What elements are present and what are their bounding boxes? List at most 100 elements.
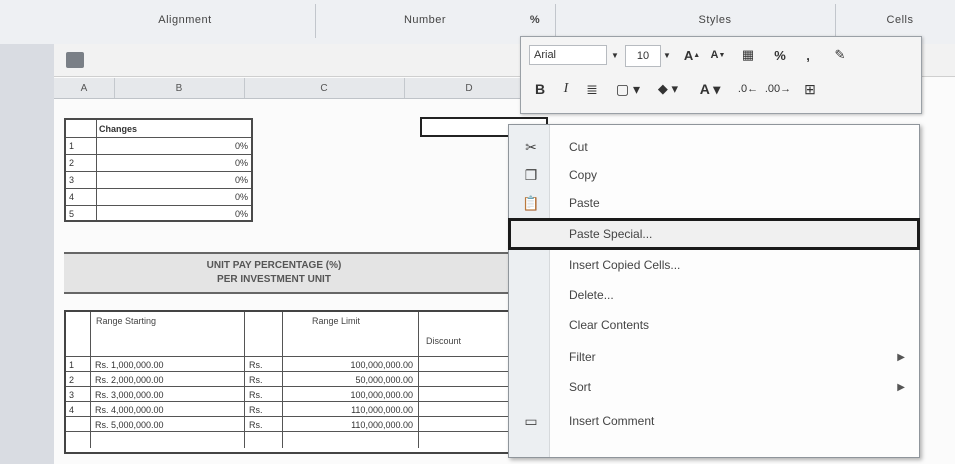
table-row — [66, 431, 516, 447]
decrease-decimal-icon[interactable]: .0← — [735, 79, 761, 99]
range-limit-cell[interactable]: 100,000,000.00 — [284, 357, 416, 372]
menu-item-paste-special[interactable]: Paste Special... — [508, 218, 920, 250]
menu-item-label: Insert Comment — [569, 414, 655, 428]
percent-cell[interactable]: 0% — [206, 154, 251, 171]
row-number-cell[interactable]: 5 — [66, 205, 96, 222]
font-color-icon[interactable]: A ▾ — [693, 79, 727, 99]
range-limit-cell[interactable]: 110,000,000.00 — [284, 402, 416, 417]
discount-header[interactable]: Discount — [426, 336, 506, 346]
shrink-font-icon[interactable]: A ▼ — [707, 45, 729, 65]
changes-table: Changes 1 0% 2 0% 3 0% 4 0% 5 0% — [64, 118, 253, 222]
table-row: 1 Rs. 1,000,000.00 Rs. 100,000,000.00 — [66, 356, 516, 372]
row-number-cell[interactable]: 4 — [66, 188, 96, 205]
paste-icon: 📋 — [522, 194, 540, 211]
column-header-row: A B C D — [54, 78, 535, 99]
row-number-cell[interactable]: 1 — [66, 137, 96, 154]
table-row: Changes — [66, 120, 251, 138]
table-row: 1 0% — [66, 137, 251, 155]
title-line-1[interactable]: UNIT PAY PERCENTAGE (%) — [174, 260, 374, 271]
align-center-icon[interactable]: ≣ — [581, 79, 603, 99]
range-limit-cell[interactable]: 50,000,000.00 — [284, 372, 416, 387]
fill-color-icon[interactable]: ◆ ▾ — [651, 79, 685, 99]
italic-icon[interactable]: I — [555, 79, 577, 99]
menu-item-copy[interactable]: ❐ Copy — [509, 161, 919, 189]
percent-cell[interactable]: 0% — [206, 171, 251, 188]
title-line-2[interactable]: PER INVESTMENT UNIT — [174, 274, 374, 285]
percent-style-button[interactable]: % — [520, 10, 550, 30]
menu-item-cut[interactable]: ✂ Cut — [509, 133, 919, 161]
column-header-b[interactable]: B — [114, 78, 245, 98]
table-row: 2 0% — [66, 154, 251, 172]
menu-item-label: Copy — [569, 168, 598, 182]
currency-prefix-cell[interactable]: Rs. — [246, 372, 282, 387]
ribbon-group-number: Number — [403, 14, 447, 26]
font-name-box[interactable]: Arial — [529, 45, 607, 65]
row-id-cell[interactable] — [66, 417, 90, 432]
changes-header[interactable]: Changes — [96, 120, 246, 137]
range-data-table: Range Starting Range Limit Discount 1 Rs… — [64, 310, 518, 454]
range-start-cell[interactable]: Rs. 4,000,000.00 — [92, 402, 242, 417]
context-menu: ✂ Cut ❐ Copy 📋 Paste Paste Special... In… — [508, 124, 920, 458]
percent-cell[interactable]: 0% — [206, 188, 251, 205]
range-start-cell[interactable]: Rs. 2,000,000.00 — [92, 372, 242, 387]
menu-item-label: Delete... — [569, 288, 614, 302]
merge-icon[interactable]: ⊞ — [797, 79, 823, 99]
row-number-cell[interactable]: 2 — [66, 154, 96, 171]
menu-item-sort[interactable]: Sort ▶ — [509, 373, 919, 401]
menu-item-clear-contents[interactable]: Clear Contents — [509, 311, 919, 339]
row-number-cell[interactable]: 3 — [66, 171, 96, 188]
chevron-down-icon[interactable]: ▼ — [609, 45, 621, 65]
currency-icon[interactable]: ▦ — [735, 45, 761, 65]
range-start-cell[interactable]: Rs. 1,000,000.00 — [92, 357, 242, 372]
menu-item-label: Paste Special... — [569, 227, 653, 241]
menu-item-paste[interactable]: 📋 Paste — [509, 189, 919, 217]
column-header-d[interactable]: D — [404, 78, 535, 98]
window-left-edge — [0, 44, 54, 464]
currency-prefix-cell[interactable]: Rs. — [246, 402, 282, 417]
range-starting-header[interactable]: Range Starting — [96, 316, 226, 326]
column-header-c[interactable]: C — [244, 78, 405, 98]
chevron-down-icon[interactable]: ▼ — [661, 45, 673, 65]
increase-decimal-icon[interactable]: .00→ — [765, 79, 791, 99]
menu-item-insert-copied-cells[interactable]: Insert Copied Cells... — [509, 251, 919, 279]
title-band: UNIT PAY PERCENTAGE (%) PER INVESTMENT U… — [64, 252, 514, 294]
ribbon-group-styles: Styles — [698, 14, 732, 26]
grow-font-icon[interactable]: A ▲ — [681, 45, 703, 65]
currency-prefix-cell[interactable]: Rs. — [246, 387, 282, 402]
submenu-arrow-icon: ▶ — [897, 381, 905, 393]
range-start-cell[interactable]: Rs. 3,000,000.00 — [92, 387, 242, 402]
table-row: Rs. 5,000,000.00 Rs. 110,000,000.00 — [66, 416, 516, 432]
range-limit-cell[interactable]: 100,000,000.00 — [284, 387, 416, 402]
insert-function-icon[interactable] — [66, 52, 84, 68]
comma-icon[interactable]: , — [797, 45, 819, 65]
menu-item-label: Sort — [569, 380, 592, 394]
format-painter-icon[interactable]: ✎ — [827, 45, 853, 65]
menu-item-delete[interactable]: Delete... — [509, 281, 919, 309]
percent-cell[interactable]: 0% — [206, 137, 251, 154]
percent-icon[interactable]: % — [769, 45, 791, 65]
row-id-cell[interactable]: 2 — [66, 372, 90, 387]
bold-icon[interactable]: B — [529, 79, 551, 99]
borders-icon[interactable]: ▢ ▾ — [611, 79, 645, 99]
row-id-cell[interactable]: 1 — [66, 357, 90, 372]
row-id-cell[interactable]: 4 — [66, 402, 90, 417]
table-row: 3 0% — [66, 171, 251, 189]
currency-prefix-cell[interactable]: Rs. — [246, 417, 282, 432]
range-limit-header[interactable]: Range Limit — [286, 316, 386, 326]
menu-item-filter[interactable]: Filter ▶ — [509, 343, 919, 371]
menu-item-insert-comment[interactable]: ▭ Insert Comment — [509, 407, 919, 435]
range-start-cell[interactable]: Rs. 5,000,000.00 — [92, 417, 242, 432]
comment-icon: ▭ — [524, 412, 538, 429]
scissors-icon: ✂ — [525, 138, 537, 155]
ribbon-group-cells: Cells — [886, 14, 914, 26]
font-size-box[interactable]: 10 — [625, 45, 661, 67]
currency-prefix-cell[interactable]: Rs. — [246, 357, 282, 372]
mini-toolbar: Arial ▼ 10 ▼ A ▲ A ▼ ▦ % , ✎ B I ≣ ▢ ▾ ◆ ▾… — [520, 36, 922, 114]
menu-item-label: Paste — [569, 196, 600, 210]
column-header-a[interactable]: A — [54, 78, 115, 98]
menu-item-label: Insert Copied Cells... — [569, 258, 681, 272]
percent-cell[interactable]: 0% — [206, 205, 251, 222]
range-limit-cell[interactable]: 110,000,000.00 — [284, 417, 416, 432]
table-row: 4 Rs. 4,000,000.00 Rs. 110,000,000.00 — [66, 401, 516, 417]
row-id-cell[interactable]: 3 — [66, 387, 90, 402]
